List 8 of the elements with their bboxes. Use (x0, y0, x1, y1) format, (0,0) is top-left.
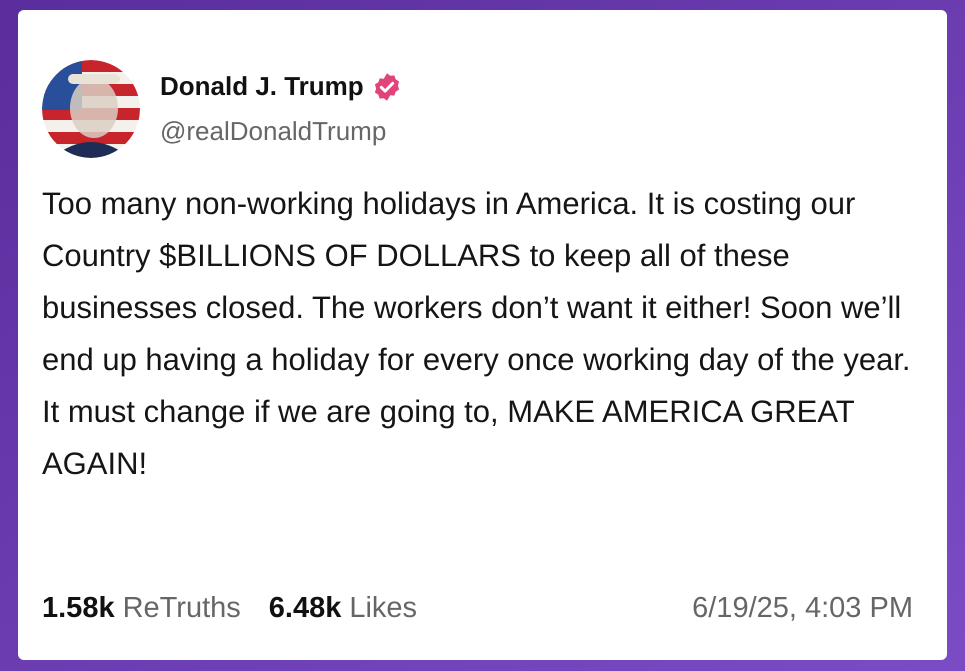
user-handle[interactable]: @realDonaldTrump (160, 112, 402, 151)
post-text: Too many non-working holidays in America. It is costing our Country $BILLIONS OF DOLLARS to keep all of these businesses closed. The workers don’t want it either! Soon we’ll end up having a holiday for every once working day of the year. It must change if we are going to, MAKE AMERICA GREAT AGAIN! (42, 185, 912, 483)
author-name[interactable]: Donald J. Trump (160, 67, 364, 106)
stat-label[interactable]: Likes (349, 586, 418, 630)
post-timestamp: 6/19/25, 4:03 PM (692, 590, 913, 626)
stat-label[interactable]: ReTruths (122, 586, 241, 630)
stat-count: 1.58k (42, 590, 115, 626)
stat-count: 6.48k (268, 590, 342, 626)
